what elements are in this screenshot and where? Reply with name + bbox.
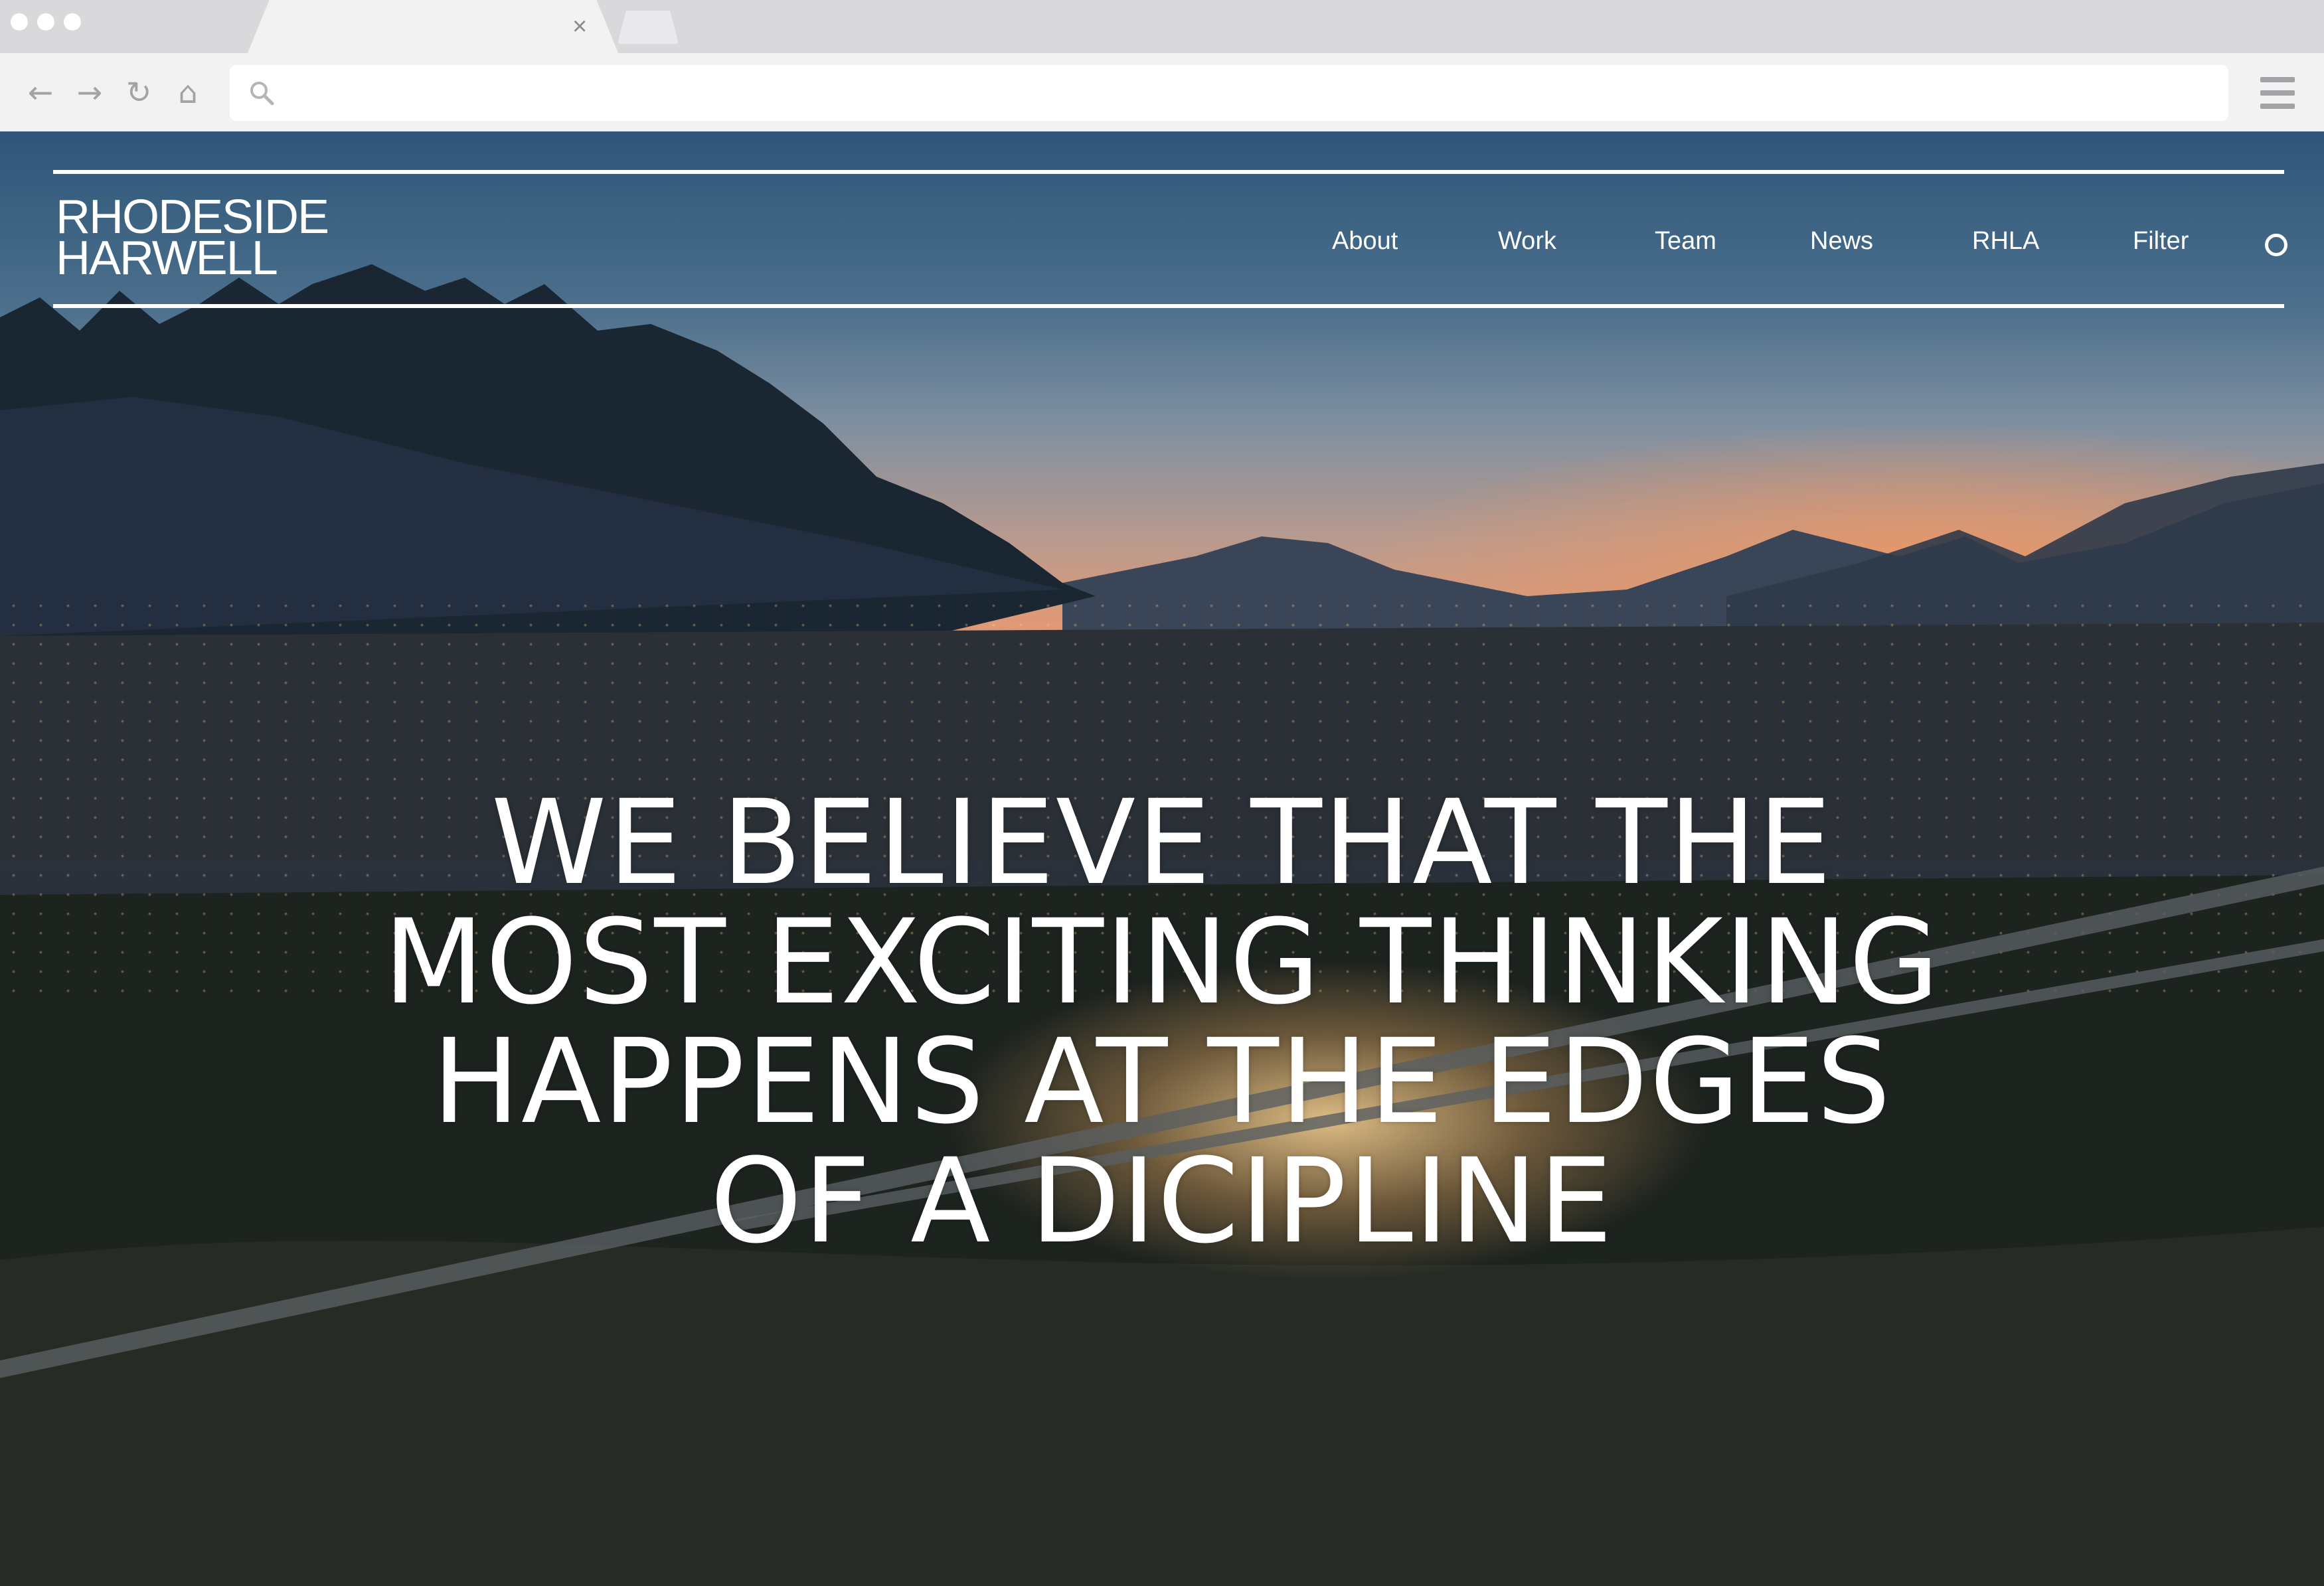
headline-line-2: MOST EXCITING THINKING xyxy=(383,894,1941,1030)
back-arrow-icon[interactable]: ← xyxy=(23,74,58,110)
tab-close-icon[interactable]: × xyxy=(572,8,587,45)
browser-tab-active[interactable] xyxy=(247,0,619,54)
window-minimize-dot[interactable] xyxy=(37,13,54,31)
nav-item-news[interactable]: News xyxy=(1810,227,1873,256)
browser-tabstrip: × xyxy=(0,0,2324,54)
header-bottom-rule xyxy=(53,304,2284,308)
window-maximize-dot[interactable] xyxy=(64,13,81,31)
forward-arrow-icon[interactable]: → xyxy=(72,74,108,110)
home-icon[interactable]: ⌂ xyxy=(170,74,206,110)
nav-item-team[interactable]: Team xyxy=(1655,227,1716,256)
reload-icon[interactable]: ↻ xyxy=(121,74,157,110)
window-close-dot[interactable] xyxy=(11,13,28,31)
hero-headline: WE BELIEVE THAT THE MOST EXCITING THINKI… xyxy=(0,783,2324,1261)
nav-item-filter[interactable]: Filter xyxy=(2133,227,2189,256)
new-tab-button[interactable] xyxy=(618,11,679,44)
nav-item-work[interactable]: Work xyxy=(1498,227,1556,256)
headline-line-3: HAPPENS AT THE EDGES xyxy=(432,1013,1892,1150)
nav-item-rhla[interactable]: RHLA xyxy=(1972,227,2039,256)
search-icon[interactable] xyxy=(2265,234,2287,256)
headline-line-1: WE BELIEVE THAT THE xyxy=(491,774,1833,911)
search-icon xyxy=(250,82,274,106)
headline-line-4: OF A DICIPLINE xyxy=(710,1133,1614,1269)
address-bar[interactable] xyxy=(230,65,2228,121)
window-controls xyxy=(11,13,81,31)
site-navigation: About Work Team News RHLA Filter xyxy=(0,227,2324,260)
nav-item-about[interactable]: About xyxy=(1332,227,1398,256)
header-top-rule xyxy=(53,170,2284,174)
hamburger-menu-icon[interactable] xyxy=(2260,77,2295,109)
